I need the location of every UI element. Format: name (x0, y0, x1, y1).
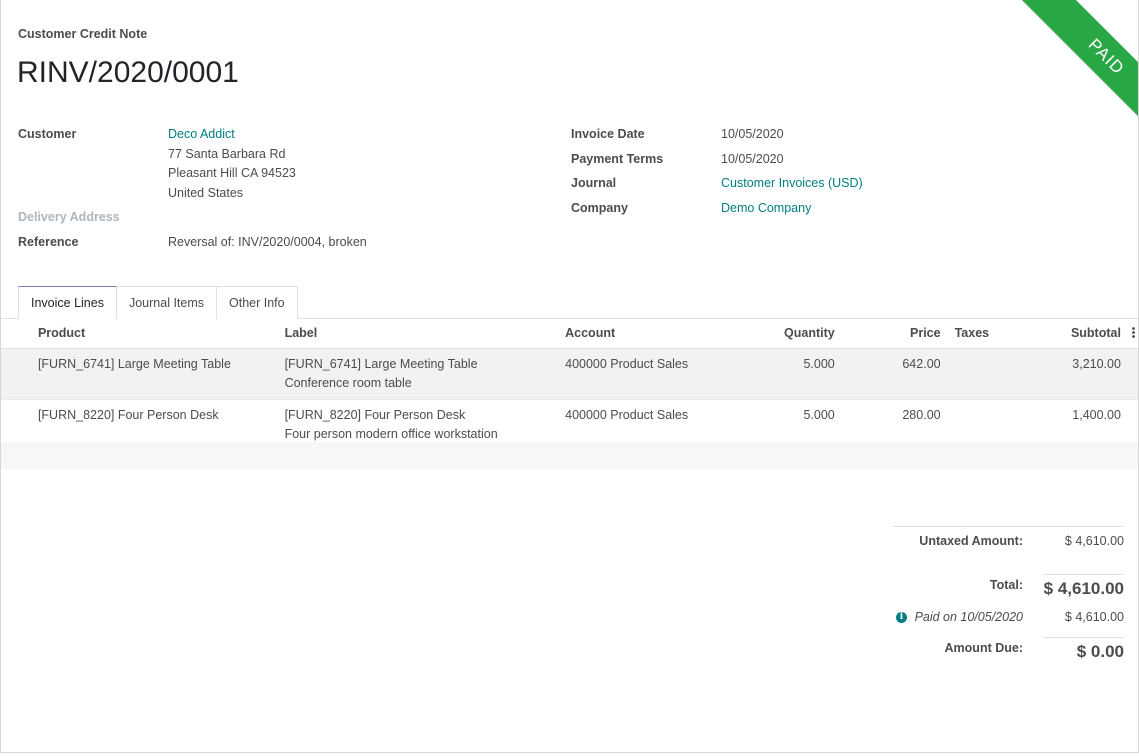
invoice-date-label: Invoice Date (571, 127, 645, 141)
cell-account: 400000 Product Sales (559, 348, 737, 400)
delivery-address-label: Delivery Address (18, 210, 120, 224)
tab-other-info[interactable]: Other Info (216, 286, 298, 319)
cell-label: [FURN_6741] Large Meeting Table Conferen… (278, 348, 560, 400)
total-value: $ 4,610.00 (1043, 579, 1124, 598)
company-link[interactable]: Demo Company (721, 201, 811, 215)
cell-product: [FURN_6741] Large Meeting Table (31, 348, 279, 400)
page-title: RINV/2020/0001 (17, 56, 239, 89)
kebab-menu-icon (1132, 326, 1135, 341)
info-icon[interactable]: i (896, 612, 907, 623)
reference-label: Reference (18, 235, 79, 249)
totals-top-rule (893, 526, 1124, 527)
cell-label-line-2: Four person modern office workstation (284, 426, 498, 441)
total-rule (1043, 574, 1124, 575)
cell-quantity: 5.000 (736, 348, 841, 400)
cell-label-line-2: Conference room table (284, 375, 412, 390)
reference-value: Reversal of: INV/2020/0004, broken (168, 235, 367, 249)
table-header-row: Product Label Account Quantity Price Tax… (1, 319, 1138, 349)
cell-subtotal: 3,210.00 (995, 348, 1127, 400)
column-header-product[interactable]: Product (31, 319, 279, 349)
column-header-quantity[interactable]: Quantity (736, 319, 841, 349)
cell-taxes (946, 348, 996, 400)
payment-amount: $ 4,610.00 (1064, 610, 1124, 624)
notebook-tabs: Invoice Lines Journal Items Other Info (18, 286, 298, 319)
tab-journal-items[interactable]: Journal Items (115, 286, 217, 319)
total-label: Total: (989, 578, 1023, 592)
customer-address-line-1: 77 Santa Barbara Rd (168, 147, 286, 161)
customer-link[interactable]: Deco Addict (168, 127, 235, 141)
payment-note[interactable]: Paid on 10/05/2020 (915, 610, 1023, 624)
status-ribbon-container: PAID (988, 0, 1138, 150)
invoice-form-sheet: PAID Customer Credit Note RINV/2020/0001… (0, 0, 1139, 753)
company-label: Company (571, 201, 628, 215)
optional-columns-toggle[interactable] (1126, 319, 1138, 349)
document-type: Customer Credit Note (18, 27, 148, 41)
column-header-taxes[interactable]: Taxes (946, 319, 996, 349)
amount-due-rule (1043, 637, 1124, 638)
table-row[interactable]: [FURN_6741] Large Meeting Table [FURN_67… (1, 348, 1138, 400)
untaxed-amount-label: Untaxed Amount: (919, 534, 1023, 548)
payment-terms-label: Payment Terms (571, 152, 664, 166)
amount-due-value: $ 0.00 (1076, 642, 1124, 661)
amount-due-label: Amount Due: (944, 641, 1023, 655)
spacer-cell (1, 319, 32, 349)
cell-label-line-1: [FURN_8220] Four Person Desk (284, 407, 466, 422)
column-header-account[interactable]: Account (559, 319, 737, 349)
table-empty-row (1, 442, 1138, 469)
column-header-label[interactable]: Label (278, 319, 560, 349)
untaxed-amount-value: $ 4,610.00 (1064, 534, 1124, 548)
customer-address-line-3: United States (168, 186, 244, 200)
customer-address-line-2: Pleasant Hill CA 94523 (168, 166, 296, 180)
cell-label-line-1: [FURN_6741] Large Meeting Table (284, 356, 478, 371)
tab-invoice-lines[interactable]: Invoice Lines (18, 286, 117, 319)
journal-label: Journal (571, 176, 617, 190)
payment-terms-value: 10/05/2020 (721, 152, 784, 166)
invoice-date-value: 10/05/2020 (721, 127, 784, 141)
journal-link[interactable]: Customer Invoices (USD) (721, 176, 863, 190)
invoice-lines-table: Product Label Account Quantity Price Tax… (1, 319, 1138, 451)
cell-price: 642.00 (840, 348, 947, 400)
column-header-subtotal[interactable]: Subtotal (995, 319, 1127, 349)
customer-label: Customer (18, 127, 77, 141)
paid-ribbon: PAID (1014, 0, 1138, 149)
column-header-price[interactable]: Price (840, 319, 947, 349)
